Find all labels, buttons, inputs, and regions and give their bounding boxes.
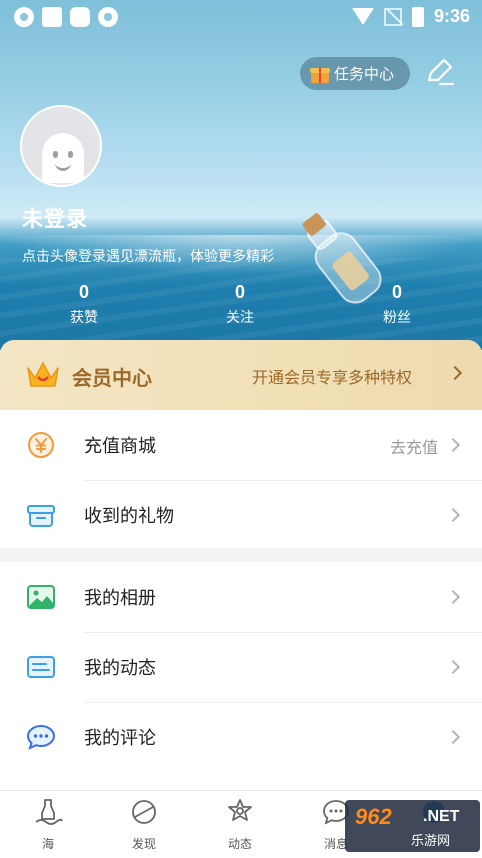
task-center-label: 任务中心 bbox=[334, 65, 395, 83]
menu-item-received-gifts[interactable]: 收到的礼物 bbox=[0, 480, 482, 550]
menu-group-personal: 我的相册 我的动态 我的评论 bbox=[0, 562, 482, 790]
recharge-action-text: 去充值 bbox=[389, 438, 438, 457]
login-hint: 点击头像登录遇见漂流瓶，体验更多精彩 bbox=[22, 249, 274, 265]
comment-bubble-icon bbox=[26, 724, 56, 750]
planet-icon bbox=[132, 800, 156, 824]
tab-moments[interactable]: 动态 bbox=[210, 797, 270, 852]
watermark-domain: .NET bbox=[423, 808, 460, 825]
status-time: 9:36 bbox=[433, 6, 470, 26]
edit-pencil-icon[interactable] bbox=[425, 58, 455, 86]
menu-item-label: 我的相册 bbox=[84, 588, 156, 609]
chevron-right-icon bbox=[445, 437, 461, 453]
chevron-right-icon bbox=[445, 659, 461, 675]
notification-app-icon bbox=[98, 7, 118, 27]
menu-item-label: 充值商城 bbox=[84, 436, 156, 457]
stat-likes-value: 0 bbox=[78, 282, 89, 302]
chevron-right-icon bbox=[445, 589, 461, 605]
feed-card-icon bbox=[27, 656, 55, 678]
stat-fans-label: 粉丝 bbox=[383, 310, 411, 326]
tab-label: 海 bbox=[41, 837, 54, 851]
menu-item-recharge[interactable]: 充值商城 去充值 bbox=[0, 410, 482, 480]
stat-fans[interactable]: 0 粉丝 bbox=[357, 282, 437, 327]
notification-app-icon bbox=[14, 7, 34, 27]
watermark-main: 962 bbox=[355, 804, 392, 829]
coin-yen-icon bbox=[28, 432, 54, 458]
stat-following-label: 关注 bbox=[226, 310, 254, 326]
gift-box-icon bbox=[27, 505, 55, 527]
stat-following-value: 0 bbox=[234, 282, 245, 302]
menu-item-my-album[interactable]: 我的相册 bbox=[0, 562, 482, 632]
tab-discover[interactable]: 发现 bbox=[114, 797, 174, 852]
menu-item-label: 我的评论 bbox=[84, 728, 156, 749]
stat-following[interactable]: 0 关注 bbox=[200, 282, 280, 327]
site-watermark: 962 .NET 乐游网 bbox=[345, 800, 480, 852]
wifi-icon bbox=[351, 8, 374, 25]
vip-center-banner[interactable]: 会员中心 开通会员专享多种特权 bbox=[0, 340, 482, 410]
profile-header: 9:36 任务中心 未登录 点击头像登录遇见漂流瓶，体验更多精彩 0 获赞 0 … bbox=[0, 0, 482, 350]
username[interactable]: 未登录 bbox=[22, 203, 88, 233]
no-signal-icon bbox=[383, 7, 402, 26]
watermark-sub: 乐游网 bbox=[411, 834, 451, 849]
status-bar: 9:36 bbox=[0, 0, 482, 36]
notification-square-icon bbox=[70, 7, 90, 27]
vip-description: 开通会员专享多种特权 bbox=[252, 368, 413, 387]
menu-item-my-posts[interactable]: 我的动态 bbox=[0, 632, 482, 702]
photo-album-icon bbox=[27, 585, 55, 609]
stat-fans-value: 0 bbox=[391, 282, 402, 302]
menu-item-label: 我的动态 bbox=[84, 658, 156, 679]
menu-item-label: 收到的礼物 bbox=[84, 506, 174, 527]
notification-square-icon bbox=[42, 7, 62, 27]
tab-label: 动态 bbox=[227, 837, 252, 851]
avatar[interactable] bbox=[20, 105, 102, 187]
chevron-right-icon bbox=[445, 507, 461, 523]
vip-title: 会员中心 bbox=[72, 366, 152, 390]
tab-sea[interactable]: 海 bbox=[18, 797, 78, 852]
menu-group-wallet: 充值商城 去充值 收到的礼物 bbox=[0, 410, 482, 548]
chevron-right-icon bbox=[447, 365, 463, 381]
flower-icon bbox=[228, 799, 252, 821]
menu-item-my-comments[interactable]: 我的评论 bbox=[0, 702, 482, 772]
chevron-right-icon bbox=[445, 729, 461, 745]
task-center-button[interactable]: 任务中心 bbox=[300, 57, 410, 90]
battery-icon bbox=[411, 6, 424, 27]
stat-likes-label: 获赞 bbox=[70, 310, 98, 326]
stat-likes[interactable]: 0 获赞 bbox=[44, 282, 124, 327]
crown-icon bbox=[27, 362, 59, 387]
default-avatar-ghost-icon bbox=[42, 133, 84, 183]
sea-bottle-icon bbox=[35, 799, 63, 825]
tab-label: 发现 bbox=[131, 837, 156, 851]
gift-icon bbox=[310, 64, 330, 84]
